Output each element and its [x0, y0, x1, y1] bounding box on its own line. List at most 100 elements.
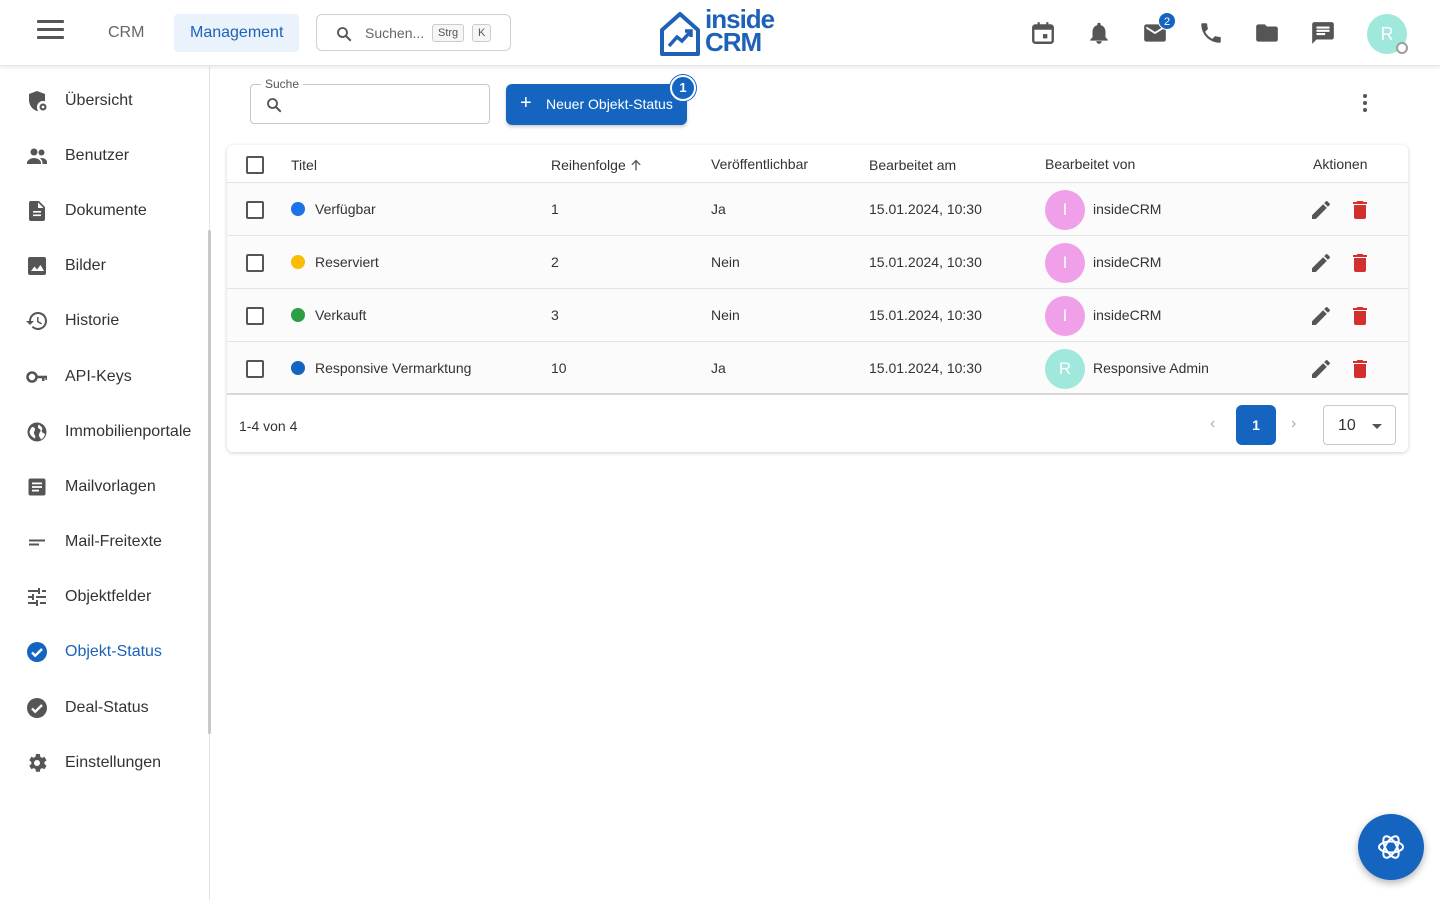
search-icon	[267, 98, 282, 113]
delete-icon[interactable]	[1348, 198, 1372, 222]
sort-ascending-icon[interactable]	[628, 157, 644, 173]
cell-edited-at: 15.01.2024, 10:30	[869, 360, 982, 376]
check-circle-icon	[27, 698, 47, 718]
document-icon	[29, 201, 45, 221]
cell-editor: insideCRM	[1093, 201, 1162, 217]
sidebar-item-objekt-status[interactable]: Objekt-Status	[0, 630, 208, 674]
cell-publishable: Ja	[711, 360, 726, 376]
table-row[interactable]: Reserviert 2 Nein 15.01.2024, 10:30 I in…	[227, 236, 1408, 289]
cell-edited-at: 15.01.2024, 10:30	[869, 254, 982, 270]
tune-icon	[28, 588, 46, 606]
status-table: Titel Reihenfolge Veröffentlichbar Bearb…	[227, 145, 1408, 452]
edit-icon[interactable]	[1309, 304, 1333, 328]
sidebar-item-mailvorlagen[interactable]: Mailvorlagen	[0, 465, 208, 509]
column-header-reihenfolge[interactable]: Reihenfolge	[551, 157, 626, 173]
chevron-right-icon[interactable]: ›	[1291, 415, 1296, 433]
article-icon	[28, 478, 46, 496]
table-header: Titel Reihenfolge Veröffentlichbar Bearb…	[227, 145, 1408, 183]
delete-icon[interactable]	[1348, 357, 1372, 381]
sidebar-item-benutzer[interactable]: Benutzer	[0, 134, 208, 178]
globe-icon	[27, 422, 47, 442]
sidebar-scrollbar[interactable]	[208, 230, 211, 734]
sidebar-item-objektfelder[interactable]: Objektfelder	[0, 575, 208, 619]
sidebar-item-api-keys[interactable]: API-Keys	[0, 355, 208, 399]
nav-tab-management[interactable]: Management	[174, 14, 300, 52]
row-checkbox[interactable]	[246, 307, 264, 325]
cell-order: 2	[551, 254, 559, 270]
cell-title: Verfügbar	[315, 201, 376, 217]
column-header-bearbeitet-am[interactable]: Bearbeitet am	[869, 157, 956, 173]
cell-order: 3	[551, 307, 559, 323]
bell-icon[interactable]	[1086, 20, 1112, 46]
column-header-bearbeitet-von[interactable]: Bearbeitet von	[1045, 156, 1135, 172]
dashboard-shield-icon	[29, 91, 47, 111]
page-button-current[interactable]: 1	[1236, 405, 1276, 445]
key-icon	[26, 371, 47, 383]
mail-count-badge: 2	[1158, 12, 1176, 30]
cell-editor: insideCRM	[1093, 254, 1162, 270]
chevron-left-icon[interactable]: ‹	[1210, 415, 1215, 433]
select-all-checkbox[interactable]	[246, 156, 264, 174]
sidebar-item-label: Dokumente	[65, 202, 147, 219]
column-header-veroeffentlichbar[interactable]: Veröffentlichbar	[711, 156, 808, 172]
sidebar: Übersicht Benutzer Dokumente Bilder Hist…	[0, 66, 210, 900]
row-checkbox[interactable]	[246, 201, 264, 219]
new-objekt-status-button[interactable]: + Neuer Objekt-Status	[506, 84, 687, 125]
global-search-input[interactable]: Suchen... Strg K	[316, 14, 511, 51]
avatar: R	[1045, 349, 1085, 389]
sidebar-item-uebersicht[interactable]: Übersicht	[0, 79, 208, 123]
sidebar-item-einstellungen[interactable]: Einstellungen	[0, 741, 208, 785]
rows-per-page-select[interactable]: 10	[1323, 405, 1396, 445]
sidebar-item-label: API-Keys	[65, 368, 132, 385]
menu-icon[interactable]	[30, 20, 70, 48]
table-search-field[interactable]: Suche	[250, 77, 490, 124]
cell-editor: Responsive Admin	[1093, 360, 1209, 376]
table-row[interactable]: Responsive Vermarktung 10 Ja 15.01.2024,…	[227, 342, 1408, 395]
app-logo[interactable]: inside CRM	[658, 6, 784, 58]
table-row[interactable]: Verfügbar 1 Ja 15.01.2024, 10:30 I insid…	[227, 183, 1408, 236]
edit-icon[interactable]	[1309, 357, 1333, 381]
cell-publishable: Nein	[711, 254, 740, 270]
nav-tab-crm[interactable]: CRM	[92, 14, 160, 52]
cell-order: 1	[551, 201, 559, 217]
cell-editor: insideCRM	[1093, 307, 1162, 323]
ai-assistant-icon	[1378, 835, 1404, 859]
delete-icon[interactable]	[1348, 304, 1372, 328]
sidebar-item-immobilienportale[interactable]: Immobilienportale	[0, 410, 208, 454]
folder-icon[interactable]	[1254, 20, 1280, 46]
edit-icon[interactable]	[1309, 251, 1333, 275]
sidebar-item-label: Einstellungen	[65, 754, 162, 771]
avatar: I	[1045, 243, 1085, 283]
sidebar-item-dokumente[interactable]: Dokumente	[0, 189, 208, 233]
chat-icon[interactable]	[1310, 20, 1336, 46]
sidebar-item-deal-status[interactable]: Deal-Status	[0, 686, 208, 730]
sidebar-item-historie[interactable]: Historie	[0, 299, 208, 343]
delete-icon[interactable]	[1348, 251, 1372, 275]
cell-order: 10	[551, 360, 567, 376]
search-field-label: Suche	[261, 77, 304, 91]
chevron-down-icon	[1372, 424, 1382, 429]
sidebar-item-bilder[interactable]: Bilder	[0, 244, 208, 288]
table-footer: 1-4 von 4 ‹ 1 › 10	[227, 397, 1408, 452]
table-search-input[interactable]	[289, 93, 479, 115]
top-bar: CRM Management Suchen... Strg K inside C…	[0, 0, 1440, 66]
row-checkbox[interactable]	[246, 360, 264, 378]
table-row[interactable]: Verkauft 3 Nein 15.01.2024, 10:30 I insi…	[227, 289, 1408, 342]
cell-publishable: Nein	[711, 307, 740, 323]
sidebar-item-mail-freitexte[interactable]: Mail-Freitexte	[0, 520, 208, 564]
tour-step-badge[interactable]: 1	[670, 75, 696, 101]
cell-edited-at: 15.01.2024, 10:30	[869, 201, 982, 217]
pagination-range: 1-4 von 4	[239, 418, 298, 434]
ai-assistant-button[interactable]	[1358, 814, 1424, 880]
image-icon	[28, 257, 46, 275]
more-options-icon[interactable]	[1352, 92, 1378, 118]
sidebar-item-label: Mailvorlagen	[65, 478, 156, 495]
edit-icon[interactable]	[1309, 198, 1333, 222]
column-header-titel[interactable]: Titel	[291, 157, 317, 173]
user-status-indicator	[1396, 42, 1408, 54]
row-checkbox[interactable]	[246, 254, 264, 272]
calendar-icon[interactable]	[1030, 20, 1056, 46]
history-icon	[26, 311, 48, 330]
status-color-dot	[291, 308, 305, 322]
phone-icon[interactable]	[1198, 20, 1224, 46]
